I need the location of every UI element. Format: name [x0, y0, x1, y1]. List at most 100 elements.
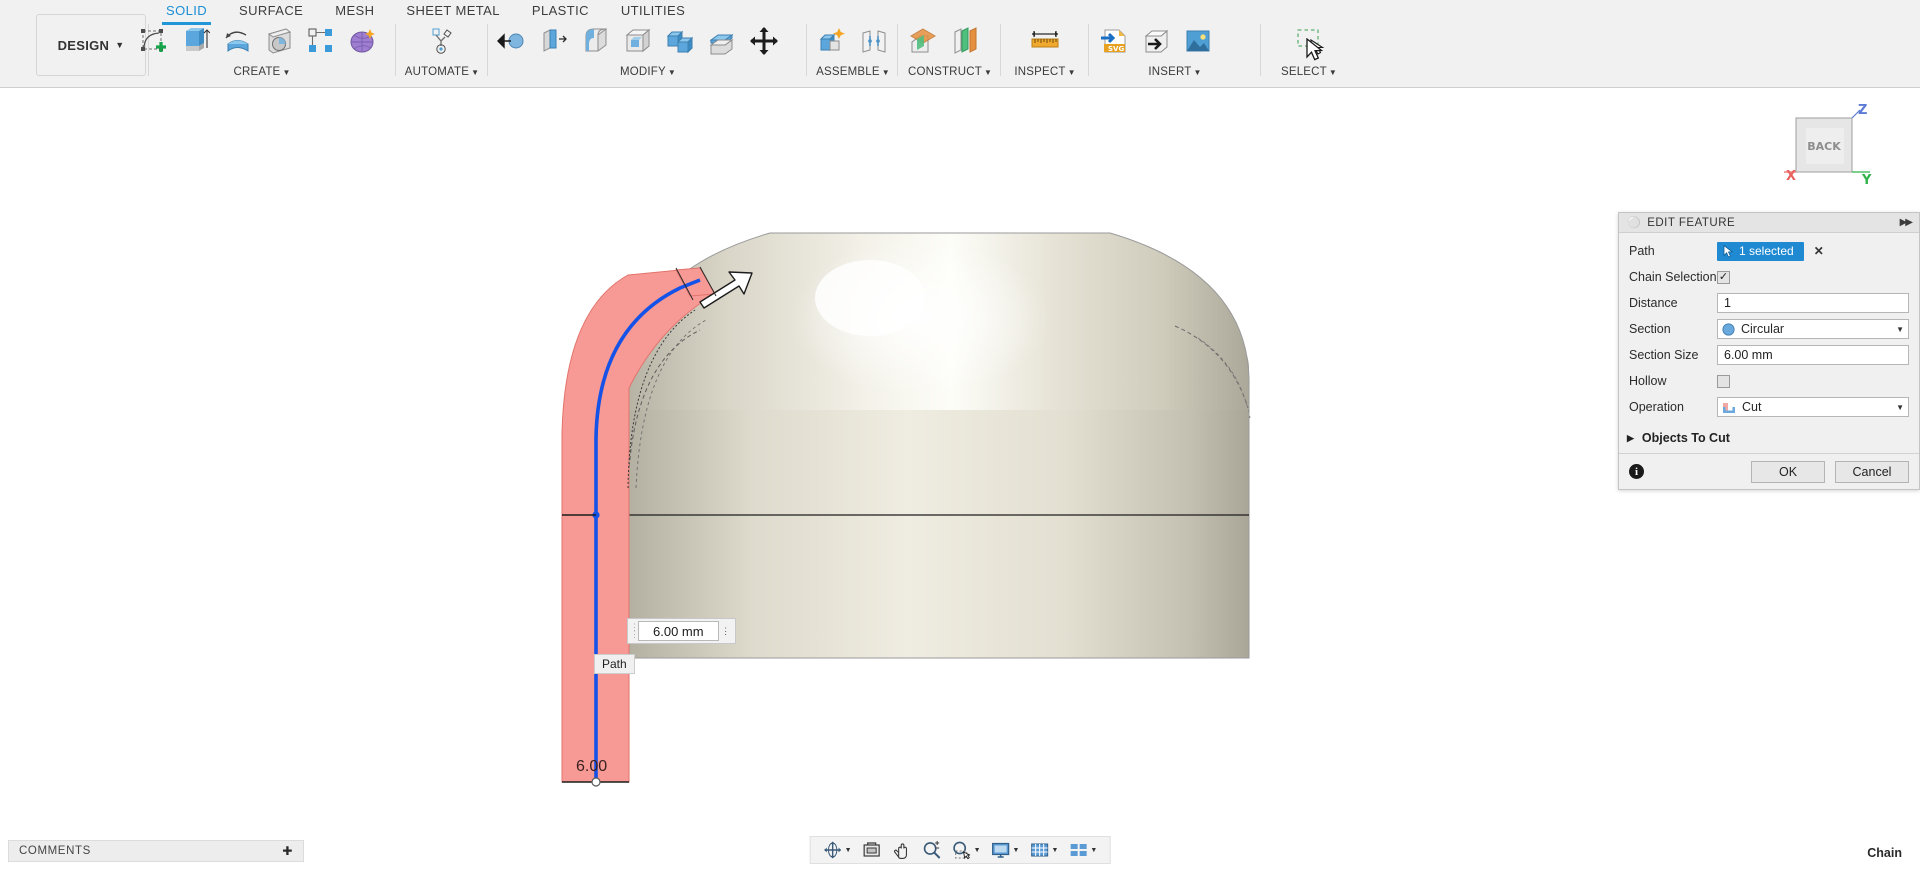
ribbon-group-automate-label[interactable]: AUTOMATE ▼ — [400, 66, 484, 78]
expand-right-icon[interactable]: ▶▶ — [1900, 217, 1913, 228]
view-cube[interactable]: BACK Z X Y — [1774, 98, 1884, 188]
chain-selection-checkbox[interactable]: ✓ — [1717, 270, 1730, 284]
ribbon-group-construct-label[interactable]: CONSTRUCT ▼ — [903, 66, 997, 78]
dialog-body: Path 1 selected ✕ Chain Selection ✓ Dist… — [1619, 233, 1919, 425]
cancel-button[interactable]: Cancel — [1835, 460, 1909, 483]
automate-hole-button[interactable] — [422, 20, 462, 62]
expand-arrow-icon[interactable]: ▶ — [1627, 433, 1634, 444]
ribbon-group-insert-label[interactable]: INSERT ▼ — [1094, 66, 1256, 78]
form-button[interactable] — [343, 20, 383, 62]
zoom-button[interactable] — [918, 838, 946, 862]
measure-button[interactable] — [1025, 20, 1065, 62]
info-icon[interactable]: i — [1629, 464, 1644, 479]
path-tooltip: Path — [594, 654, 635, 674]
joint-button[interactable] — [854, 20, 894, 62]
midplane-button[interactable] — [945, 20, 985, 62]
ribbon-group-create: CREATE ▼ — [133, 20, 391, 86]
dimension-input-box[interactable]: ⋮ ⋮ 6.00 mm ⋮ — [627, 618, 736, 644]
hollow-checkbox[interactable] — [1717, 374, 1730, 388]
insert-canvas-button[interactable] — [1178, 20, 1218, 62]
insert-svg-button[interactable]: SVG — [1094, 20, 1134, 62]
chevron-down-icon: ▼ — [844, 846, 852, 854]
move-copy-button[interactable] — [744, 20, 784, 62]
objects-to-cut-section[interactable]: ▶ Objects To Cut — [1619, 425, 1919, 453]
combine-button[interactable] — [660, 20, 700, 62]
ribbon-group-construct: CONSTRUCT ▼ — [903, 20, 997, 86]
dimension-input-field[interactable]: 6.00 mm — [638, 621, 719, 641]
dialog-row-hollow: Hollow — [1629, 369, 1909, 393]
section-label: Section — [1629, 322, 1671, 336]
insert-derive-button[interactable] — [1136, 20, 1176, 62]
ok-button[interactable]: OK — [1751, 460, 1825, 483]
ribbon-divider — [806, 24, 807, 76]
dialog-row-operation: Operation Cut ▼ — [1629, 395, 1909, 419]
ribbon-group-assemble-label[interactable]: ASSEMBLE ▼ — [812, 66, 894, 78]
offset-plane-button[interactable] — [903, 20, 943, 62]
pattern-button[interactable] — [301, 20, 341, 62]
chevron-down-icon: ▼ — [1090, 846, 1098, 854]
revolve-button[interactable] — [217, 20, 257, 62]
ribbon-group-select-label[interactable]: SELECT ▼ — [1266, 66, 1352, 78]
pan-button[interactable] — [888, 838, 916, 862]
chevron-down-icon: ▼ — [1896, 402, 1904, 412]
orbit-button[interactable]: ▼ — [819, 838, 856, 862]
add-comment-icon[interactable]: ✚ — [282, 844, 293, 858]
distance-input[interactable]: 1 — [1717, 293, 1909, 313]
clear-selection-icon[interactable]: ✕ — [1814, 244, 1824, 258]
new-component-button[interactable] — [812, 20, 852, 62]
dimension-options-icon[interactable]: ⋮ — [719, 627, 733, 636]
design-button-label: DESIGN — [57, 37, 110, 53]
look-at-button[interactable] — [858, 838, 886, 862]
path-selection-chip[interactable]: 1 selected — [1717, 241, 1804, 261]
circular-section-icon — [1722, 322, 1735, 336]
ribbon-group-assemble: ASSEMBLE ▼ — [812, 20, 894, 86]
tab-sheet-metal-label: SHEET METAL — [406, 3, 500, 18]
dialog-title-bar[interactable]: ⚪ EDIT FEATURE ▶▶ — [1619, 213, 1919, 233]
fillet-button[interactable] — [576, 20, 616, 62]
design-workspace-button[interactable]: DESIGN ▼ — [36, 14, 146, 76]
ribbon-group-inspect: INSPECT ▼ — [1006, 20, 1084, 86]
split-body-button[interactable] — [702, 20, 742, 62]
press-pull-button[interactable] — [492, 20, 532, 62]
comments-panel[interactable]: COMMENTS ✚ — [8, 840, 304, 862]
ribbon-divider — [1088, 24, 1089, 76]
navigation-bar: ▼ ▼ ▼ ▼ ▼ — [809, 836, 1111, 864]
dimension-value-label[interactable]: 6.00 — [576, 758, 607, 776]
ribbon-divider — [395, 24, 396, 76]
drag-grip-icon[interactable]: ⋮ ⋮ — [630, 623, 639, 639]
shell-button[interactable] — [618, 20, 658, 62]
minimize-icon[interactable]: ⚪ — [1627, 216, 1641, 229]
ribbon-group-insert: SVG INSERT ▼ — [1094, 20, 1256, 86]
dialog-row-path: Path 1 selected ✕ — [1629, 239, 1909, 263]
operation-label: Operation — [1629, 400, 1684, 414]
chevron-down-icon: ▼ — [471, 68, 480, 77]
viewports-button[interactable]: ▼ — [1064, 838, 1101, 862]
display-settings-button[interactable]: ▼ — [987, 838, 1024, 862]
section-value: Circular — [1741, 322, 1785, 336]
cursor-icon — [1723, 244, 1734, 258]
extrude-button[interactable] — [175, 20, 215, 62]
operation-dropdown[interactable]: Cut ▼ — [1717, 397, 1909, 417]
offset-face-button[interactable] — [534, 20, 574, 62]
section-size-input[interactable]: 6.00 mm — [1717, 345, 1909, 365]
status-bar-text: Chain — [1867, 846, 1902, 860]
ribbon-group-modify-label[interactable]: MODIFY ▼ — [492, 66, 804, 78]
edit-feature-dialog[interactable]: ⚪ EDIT FEATURE ▶▶ Path 1 selected ✕ Chai… — [1618, 212, 1920, 490]
ribbon-group-create-label[interactable]: CREATE ▼ — [133, 66, 391, 78]
grid-snap-button[interactable]: ▼ — [1025, 838, 1062, 862]
ribbon-group-automate: AUTOMATE ▼ — [400, 20, 484, 86]
chevron-down-icon: ▼ — [115, 40, 125, 50]
chevron-down-icon: ▼ — [1896, 324, 1904, 334]
chevron-down-icon: ▼ — [667, 68, 677, 77]
tab-solid-label: SOLID — [166, 3, 208, 18]
distance-label: Distance — [1629, 296, 1678, 310]
ribbon-group-inspect-label[interactable]: INSPECT ▼ — [1006, 66, 1084, 78]
chevron-down-icon: ▼ — [1193, 68, 1202, 77]
chain-selection-label: Chain Selection — [1629, 270, 1717, 284]
zoom-window-button[interactable]: ▼ — [948, 838, 985, 862]
fusion360-window: DESIGN ▼ SOLID SURFACE MESH SHEET METAL … — [0, 0, 1920, 872]
create-sketch-button[interactable] — [133, 20, 173, 62]
chevron-down-icon: ▼ — [973, 846, 981, 854]
section-dropdown[interactable]: Circular ▼ — [1717, 319, 1909, 339]
sweep-button[interactable] — [259, 20, 299, 62]
